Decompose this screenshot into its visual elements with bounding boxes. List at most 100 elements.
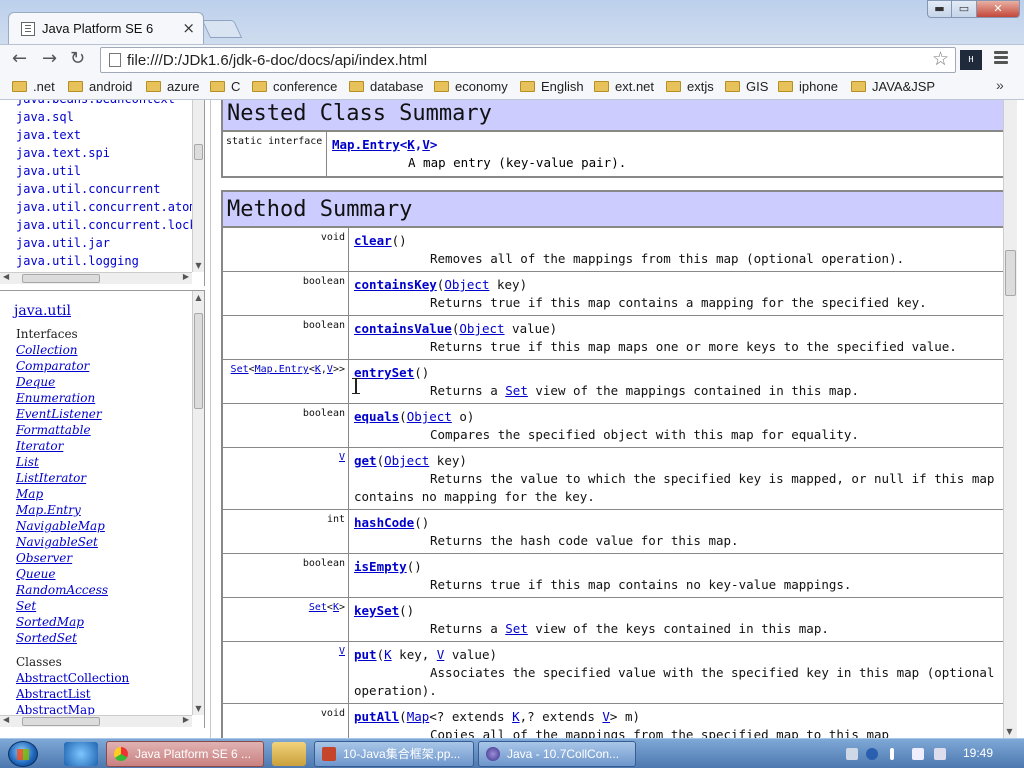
- bookmark-folder[interactable]: ext.net: [594, 79, 654, 94]
- tab-java-platform[interactable]: Java Platform SE 6 ×: [8, 12, 204, 44]
- bookmark-folder[interactable]: economy: [434, 79, 508, 94]
- scroll-thumb[interactable]: [22, 274, 100, 283]
- scroll-thumb[interactable]: [194, 144, 203, 160]
- method-link-put[interactable]: put: [354, 647, 377, 662]
- taskbar-eclipse-button[interactable]: Java - 10.7CollCon...: [478, 741, 636, 767]
- method-link-equals[interactable]: equals: [354, 409, 399, 424]
- network-icon[interactable]: [890, 748, 894, 760]
- chevron-up-icon[interactable]: ▲: [194, 293, 203, 302]
- chevron-left-icon[interactable]: ◀: [3, 715, 9, 724]
- method-link-isEmpty[interactable]: isEmpty: [354, 559, 407, 574]
- package-link[interactable]: java.text: [16, 126, 204, 144]
- new-tab-button[interactable]: [201, 20, 243, 38]
- interface-link[interactable]: EventListener: [16, 406, 129, 422]
- interface-link[interactable]: Collection: [16, 342, 129, 358]
- interface-link[interactable]: SortedMap: [16, 614, 129, 630]
- package-link[interactable]: java.text.spi: [16, 144, 204, 162]
- package-link[interactable]: java.util.concurrent.atomic: [16, 198, 204, 216]
- method-link-containsValue[interactable]: containsValue: [354, 321, 452, 336]
- chevron-right-icon[interactable]: ▶: [183, 715, 189, 724]
- interface-link[interactable]: NavigableSet: [16, 534, 129, 550]
- reload-button[interactable]: ↻: [70, 48, 85, 69]
- help-icon[interactable]: [866, 748, 878, 760]
- bookmark-folder[interactable]: database: [349, 79, 424, 94]
- package-link[interactable]: java.sql: [16, 108, 204, 126]
- scroll-thumb[interactable]: [194, 313, 203, 409]
- maximize-button[interactable]: ▭: [951, 0, 977, 18]
- method-link-get[interactable]: get: [354, 453, 377, 468]
- interface-link[interactable]: List: [16, 454, 129, 470]
- bookmark-folder[interactable]: android: [68, 79, 132, 94]
- method-link-keySet[interactable]: keySet: [354, 603, 399, 618]
- bookmark-folder[interactable]: .net: [12, 79, 55, 94]
- method-link-containsKey[interactable]: containsKey: [354, 277, 437, 292]
- flag-icon[interactable]: [912, 748, 924, 760]
- map-entry-link[interactable]: Map.Entry: [332, 137, 400, 152]
- interface-link[interactable]: Comparator: [16, 358, 129, 374]
- taskbar-ppt-button[interactable]: 10-Java集合框架.pp...: [314, 741, 474, 767]
- taskbar-chrome-button[interactable]: Java Platform SE 6 ...: [106, 741, 264, 767]
- method-link-putAll[interactable]: putAll: [354, 709, 399, 724]
- bookmark-folder[interactable]: JAVA&JSP: [851, 79, 935, 94]
- class-link[interactable]: AbstractCollection: [16, 670, 129, 686]
- interface-link[interactable]: Map: [16, 486, 129, 502]
- interface-link[interactable]: NavigableMap: [16, 518, 129, 534]
- volume-icon[interactable]: [934, 748, 946, 760]
- bookmark-folder[interactable]: conference: [252, 79, 337, 94]
- address-bar[interactable]: ☆: [100, 47, 956, 73]
- package-vertical-scrollbar[interactable]: ▼: [192, 100, 204, 272]
- interface-link[interactable]: Queue: [16, 566, 129, 582]
- extension-icon[interactable]: H: [960, 50, 982, 70]
- interface-link[interactable]: Set: [16, 598, 129, 614]
- bookmark-folder[interactable]: azure: [146, 79, 200, 94]
- package-link[interactable]: java.util.logging: [16, 252, 204, 270]
- ie-icon[interactable]: [64, 742, 98, 766]
- back-button[interactable]: ←: [12, 48, 27, 69]
- interface-link[interactable]: Formattable: [16, 422, 129, 438]
- scroll-thumb[interactable]: [1005, 250, 1016, 296]
- interface-link[interactable]: RandomAccess: [16, 582, 129, 598]
- interface-link[interactable]: ListIterator: [16, 470, 129, 486]
- chevron-down-icon[interactable]: ▼: [194, 261, 203, 270]
- interface-link[interactable]: Observer: [16, 550, 129, 566]
- class-horizontal-scrollbar[interactable]: ◀ ▶: [0, 715, 192, 727]
- method-link-hashCode[interactable]: hashCode: [354, 515, 414, 530]
- interface-link[interactable]: Iterator: [16, 438, 129, 454]
- url-input[interactable]: [127, 50, 927, 70]
- class-vertical-scrollbar[interactable]: ▲ ▼: [192, 291, 204, 715]
- chevron-right-icon[interactable]: ▶: [183, 272, 189, 281]
- package-title[interactable]: java.util: [14, 303, 71, 319]
- bookmark-folder[interactable]: iphone: [778, 79, 838, 94]
- doc-vertical-scrollbar[interactable]: ▼: [1003, 100, 1017, 738]
- package-link[interactable]: java.util.jar: [16, 234, 204, 252]
- bookmark-folder[interactable]: GIS: [725, 79, 768, 94]
- class-link[interactable]: AbstractList: [16, 686, 129, 702]
- package-horizontal-scrollbar[interactable]: ◀ ▶: [0, 272, 192, 284]
- explorer-icon[interactable]: [272, 742, 306, 766]
- interface-link[interactable]: SortedSet: [16, 630, 129, 646]
- menu-icon[interactable]: [994, 51, 1008, 67]
- bookmark-folder[interactable]: extjs: [666, 79, 714, 94]
- forward-button[interactable]: →: [42, 48, 57, 69]
- bookmark-folder[interactable]: C: [210, 79, 240, 94]
- minimize-button[interactable]: ▬: [927, 0, 952, 18]
- package-link[interactable]: java.util.concurrent: [16, 180, 204, 198]
- interface-link[interactable]: Map.Entry: [16, 502, 129, 518]
- start-button[interactable]: [8, 741, 38, 767]
- star-icon[interactable]: ☆: [932, 48, 949, 70]
- bookmark-folder[interactable]: English: [520, 79, 584, 94]
- bookmarks-more-button[interactable]: »: [996, 77, 1004, 93]
- interface-link[interactable]: Deque: [16, 374, 129, 390]
- interface-link[interactable]: Enumeration: [16, 390, 129, 406]
- package-link[interactable]: java.beans.beancontext: [16, 100, 204, 108]
- chevron-down-icon[interactable]: ▼: [1005, 727, 1014, 736]
- close-icon[interactable]: ×: [182, 19, 195, 37]
- method-link-clear[interactable]: clear: [354, 233, 392, 248]
- package-link[interactable]: java.util.concurrent.locks: [16, 216, 204, 234]
- keyboard-icon[interactable]: [846, 748, 858, 760]
- clock[interactable]: 19:49: [963, 746, 993, 760]
- window-close-button[interactable]: ✕: [976, 0, 1020, 18]
- chevron-down-icon[interactable]: ▼: [194, 704, 203, 713]
- scroll-thumb[interactable]: [22, 717, 100, 726]
- chevron-left-icon[interactable]: ◀: [3, 272, 9, 281]
